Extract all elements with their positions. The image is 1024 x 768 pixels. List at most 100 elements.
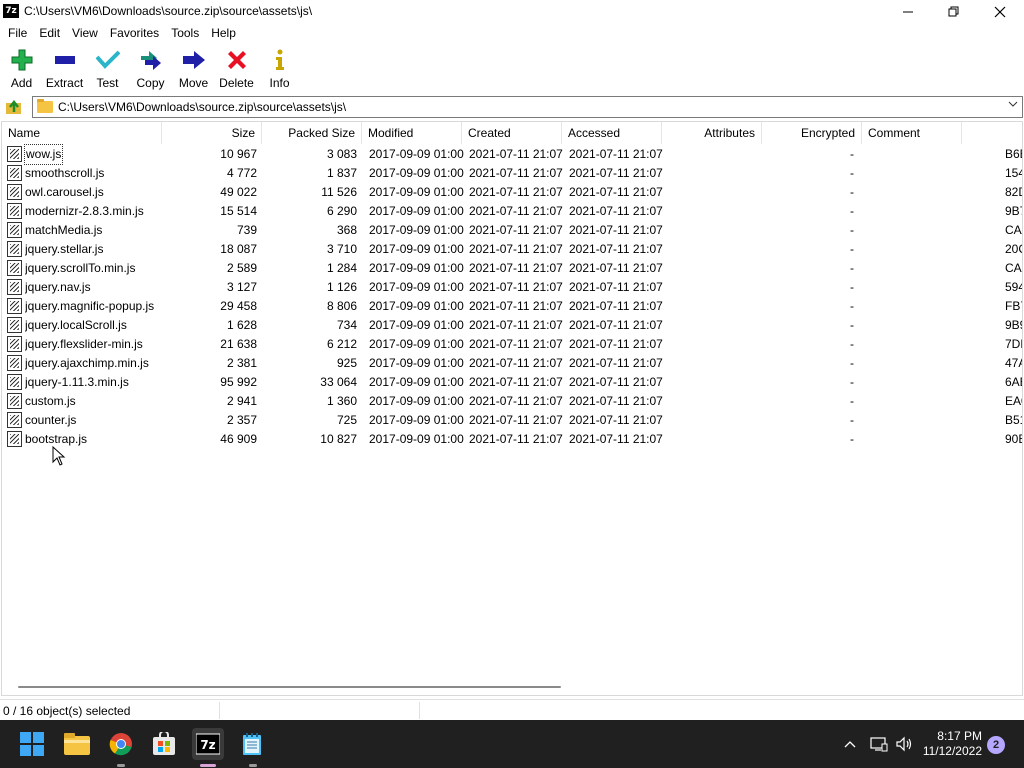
notepad-icon[interactable]: [236, 728, 268, 760]
table-row[interactable]: counter.js 2 357 725 2017-09-09 01:00 2021-0…: [2, 411, 1022, 430]
menu-edit[interactable]: Edit: [33, 23, 66, 43]
file-name: jquery.ajaxchimp.min.js: [25, 356, 149, 370]
file-packed-size: 368: [336, 223, 357, 237]
menu-help[interactable]: Help: [205, 23, 242, 43]
network-icon[interactable]: [866, 736, 892, 752]
file-size: 29 458: [220, 299, 257, 313]
file-crc: FB7: [1005, 299, 1022, 313]
table-row[interactable]: owl.carousel.js 49 022 11 526 2017-09-09 01…: [2, 183, 1022, 202]
table-row[interactable]: jquery.scrollTo.min.js 2 589 1 284 2017-09-…: [2, 259, 1022, 278]
table-row[interactable]: smoothscroll.js 4 772 1 837 2017-09-09 01:0…: [2, 164, 1022, 183]
column-packed-size[interactable]: Packed Size: [262, 122, 362, 144]
file-packed-size: 3 083: [326, 147, 357, 161]
column-attributes[interactable]: Attributes: [662, 122, 762, 144]
file-packed-size: 1 360: [326, 394, 357, 408]
table-row[interactable]: jquery.ajaxchimp.min.js 2 381 925 2017-09-0…: [2, 354, 1022, 373]
file-accessed: 2021-07-11 21:07: [569, 166, 663, 180]
file-name: smoothscroll.js: [25, 166, 105, 180]
file-size: 10 967: [220, 147, 257, 161]
column-comment[interactable]: Comment: [862, 122, 962, 144]
address-input[interactable]: C:\Users\VM6\Downloads\source.zip\source…: [32, 96, 1023, 118]
menu-file[interactable]: File: [0, 23, 33, 43]
file-created: 2021-07-11 21:07: [469, 337, 563, 351]
column-size[interactable]: Size: [162, 122, 262, 144]
copy-button[interactable]: Copy: [129, 45, 172, 93]
menu-tools[interactable]: Tools: [165, 23, 205, 43]
js-file-icon: [7, 374, 22, 390]
table-row[interactable]: wow.js 10 967 3 083 2017-09-09 01:00 2021-07…: [2, 144, 1022, 165]
column-encrypted[interactable]: Encrypted: [762, 122, 862, 144]
move-button[interactable]: Move: [172, 45, 215, 93]
file-crc: 6AE: [1005, 375, 1022, 389]
scrollbar-thumb[interactable]: [18, 686, 561, 688]
file-size: 21 638: [220, 337, 257, 351]
restore-button[interactable]: [931, 0, 977, 23]
column-modified[interactable]: Modified: [362, 122, 462, 144]
file-encrypted: -: [850, 204, 854, 218]
start-icon[interactable]: [16, 728, 48, 760]
horizontal-scrollbar[interactable]: [1, 679, 1021, 695]
window-title: C:\Users\VM6\Downloads\source.zip\source…: [24, 4, 313, 18]
table-row[interactable]: jquery.nav.js 3 127 1 126 2017-09-09 01:00 2…: [2, 278, 1022, 297]
plus-icon: [10, 48, 34, 72]
file-encrypted: -: [850, 432, 854, 446]
info-button[interactable]: Info: [258, 45, 301, 93]
js-file-icon: [7, 298, 22, 314]
address-bar: C:\Users\VM6\Downloads\source.zip\source…: [0, 96, 1024, 118]
file-name: modernizr-2.8.3.min.js: [25, 204, 144, 218]
table-row[interactable]: custom.js 2 941 1 360 2017-09-09 01:00 2021-…: [2, 392, 1022, 411]
file-size: 15 514: [220, 204, 257, 218]
up-folder-button[interactable]: [4, 97, 24, 117]
volume-icon[interactable]: [892, 736, 916, 752]
status-divider: [419, 702, 420, 719]
info-icon: [268, 48, 292, 72]
svg-text:7z: 7z: [200, 738, 215, 752]
file-explorer-icon[interactable]: [61, 728, 93, 760]
file-accessed: 2021-07-11 21:07: [569, 185, 663, 199]
minimize-button[interactable]: [885, 0, 931, 23]
file-size: 18 087: [220, 242, 257, 256]
file-size: 49 022: [220, 185, 257, 199]
column-created[interactable]: Created: [462, 122, 562, 144]
file-list[interactable]: Name Size Packed Size Modified Created A…: [1, 121, 1023, 696]
chevron-up-icon[interactable]: [840, 740, 860, 748]
close-button[interactable]: [977, 0, 1023, 23]
file-created: 2021-07-11 21:07: [469, 318, 563, 332]
column-crc[interactable]: [962, 122, 1022, 144]
delete-button[interactable]: Delete: [215, 45, 258, 93]
7zip-icon[interactable]: 7z: [192, 728, 224, 760]
test-button[interactable]: Test: [86, 45, 129, 93]
column-name[interactable]: Name: [2, 122, 162, 144]
file-encrypted: -: [850, 242, 854, 256]
table-row[interactable]: jquery.magnific-popup.js 29 458 8 806 2017-…: [2, 297, 1022, 316]
store-icon[interactable]: [148, 728, 180, 760]
table-row[interactable]: modernizr-2.8.3.min.js 15 514 6 290 2017-09…: [2, 202, 1022, 221]
file-modified: 2017-09-09 01:00: [369, 318, 464, 332]
chrome-icon[interactable]: [105, 728, 137, 760]
extract-button[interactable]: Extract: [43, 45, 86, 93]
add-button[interactable]: Add: [0, 45, 43, 93]
table-row[interactable]: jquery.flexslider-min.js 21 638 6 212 2017-…: [2, 335, 1022, 354]
minus-icon: [53, 48, 77, 72]
table-row[interactable]: jquery-1.11.3.min.js 95 992 33 064 2017-09-…: [2, 373, 1022, 392]
file-accessed: 2021-07-11 21:07: [569, 394, 663, 408]
menu-view[interactable]: View: [66, 23, 104, 43]
7zip-window: 7z C:\Users\VM6\Downloads\source.zip\sou…: [0, 0, 1024, 720]
table-row[interactable]: jquery.localScroll.js 1 628 734 2017-09-09 …: [2, 316, 1022, 335]
chevron-down-icon[interactable]: [1008, 100, 1018, 111]
taskbar-clock[interactable]: 8:17 PM 11/12/2022: [916, 729, 982, 759]
file-modified: 2017-09-09 01:00: [369, 223, 464, 237]
menu-favorites[interactable]: Favorites: [104, 23, 165, 43]
file-encrypted: -: [850, 394, 854, 408]
title-bar[interactable]: 7z C:\Users\VM6\Downloads\source.zip\sou…: [0, 0, 1024, 23]
toolbar: Add Extract Test Copy Move Delete Info: [0, 45, 1024, 93]
notification-badge[interactable]: 2: [987, 736, 1005, 754]
file-encrypted: -: [850, 356, 854, 370]
file-size: 2 941: [226, 394, 257, 408]
table-row[interactable]: bootstrap.js 46 909 10 827 2017-09-09 01:00…: [2, 430, 1022, 449]
file-crc: 82D: [1005, 185, 1022, 199]
table-row[interactable]: matchMedia.js 739 368 2017-09-09 01:00 2021-…: [2, 221, 1022, 240]
file-created: 2021-07-11 21:07: [469, 223, 563, 237]
table-row[interactable]: jquery.stellar.js 18 087 3 710 2017-09-09 0…: [2, 240, 1022, 259]
column-accessed[interactable]: Accessed: [562, 122, 662, 144]
